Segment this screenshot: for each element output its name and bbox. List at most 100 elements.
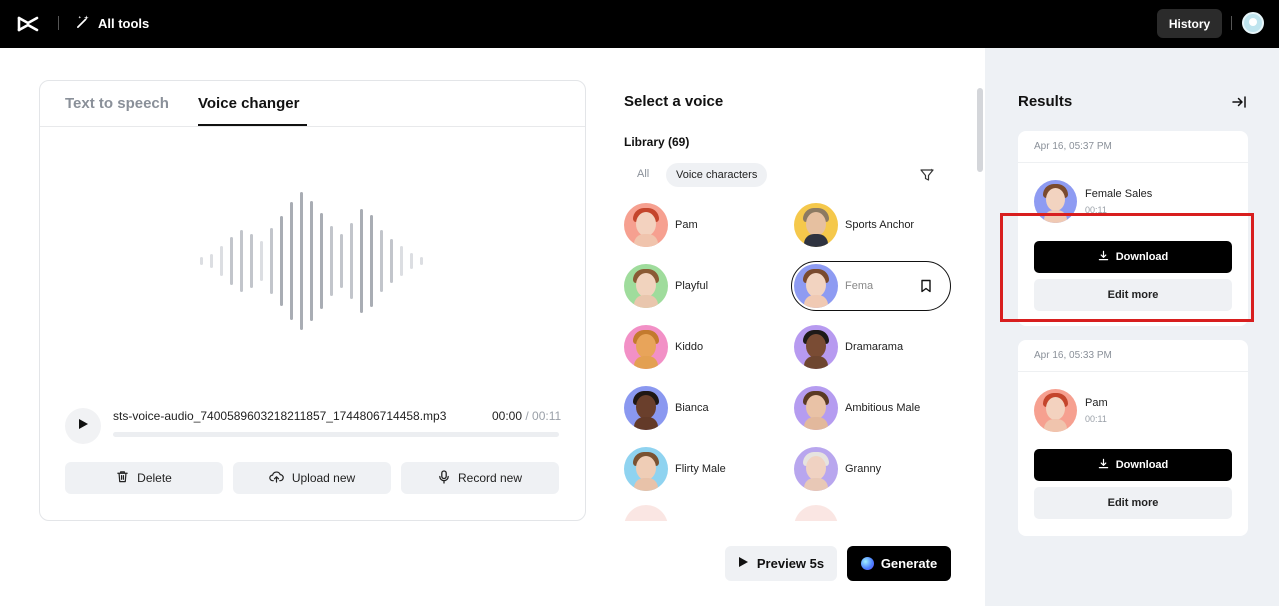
voice-item-partial <box>794 505 838 521</box>
play-button[interactable] <box>65 408 101 444</box>
voice-avatar <box>794 325 838 369</box>
voice-name: Granny <box>845 463 882 475</box>
waveform-bar <box>360 209 363 313</box>
voice-item-flirty-male[interactable]: Flirty Male <box>624 444 726 494</box>
download-label: Download <box>1115 459 1169 471</box>
waveform-bar <box>290 202 293 320</box>
bookmark-icon[interactable] <box>920 279 932 293</box>
waveform-bar <box>330 226 333 296</box>
collapse-panel-icon[interactable] <box>1231 94 1247 110</box>
waveform-bar <box>280 216 283 306</box>
download-button[interactable]: Download <box>1034 449 1232 481</box>
waveform-bar <box>240 230 243 292</box>
select-voice-title: Select a voice <box>624 93 724 110</box>
capcut-logo-icon[interactable] <box>16 12 40 36</box>
trash-icon <box>116 470 129 486</box>
waveform-bar <box>370 215 373 307</box>
voice-changer-card: Text to speech Voice changer sts-voice-a… <box>39 80 586 521</box>
audio-filename: sts-voice-audio_7400589603218211857_1744… <box>113 409 447 423</box>
all-tools-label: All tools <box>98 15 150 31</box>
voice-name: Pam <box>675 219 698 231</box>
play-icon <box>77 417 89 435</box>
voice-name: Bianca <box>675 402 709 414</box>
voice-item-dramarama[interactable]: Dramarama <box>794 322 903 372</box>
topbar-divider <box>1231 16 1232 30</box>
history-button[interactable]: History <box>1157 9 1222 38</box>
voice-item-ambitious-male[interactable]: Ambitious Male <box>794 383 920 433</box>
voice-item-kiddo[interactable]: Kiddo <box>624 322 703 372</box>
waveform-bar <box>310 201 313 321</box>
voice-avatar <box>624 203 668 247</box>
waveform-bar <box>300 192 303 330</box>
result-date: Apr 16, 05:37 PM <box>1034 141 1112 152</box>
result-voice-avatar <box>1034 389 1077 432</box>
voice-avatar <box>794 447 838 491</box>
result-duration: 00:11 <box>1085 414 1107 424</box>
voice-item-playful[interactable]: Playful <box>624 261 708 311</box>
waveform-bar <box>210 254 213 268</box>
library-label: Library (69) <box>624 135 690 149</box>
delete-label: Delete <box>137 471 172 485</box>
voice-name: Ambitious Male <box>845 402 921 414</box>
waveform-bar <box>420 257 423 265</box>
highlight-annotation <box>1000 213 1254 322</box>
result-voice-name: Pam <box>1085 397 1108 409</box>
voice-name: Dramarama <box>845 341 904 353</box>
time-separator: / <box>522 409 533 423</box>
audio-waveform <box>200 189 430 334</box>
voice-avatar <box>624 264 668 308</box>
record-new-label: Record new <box>457 471 523 485</box>
voice-item-female-sales-selected[interactable]: Fema <box>791 261 951 311</box>
waveform-bar <box>340 234 343 288</box>
voice-name: Kiddo <box>675 341 704 353</box>
active-tab-indicator <box>198 124 307 126</box>
upload-new-label: Upload new <box>291 471 356 485</box>
preview-button[interactable]: Preview 5s <box>725 546 837 581</box>
voice-item-granny[interactable]: Granny <box>794 444 881 494</box>
mode-tabs: Text to speech Voice changer <box>40 81 585 127</box>
audio-time: 00:00 / 00:11 <box>492 409 561 423</box>
user-avatar[interactable] <box>1242 12 1264 34</box>
edit-more-button[interactable]: Edit more <box>1034 487 1232 519</box>
voice-list-scrollbar[interactable] <box>977 88 983 172</box>
audio-progress-bar[interactable] <box>113 432 559 437</box>
top-bar: All tools History <box>0 0 1279 48</box>
waveform-bar <box>350 223 353 299</box>
waveform-bar <box>410 253 413 269</box>
tab-text-to-speech[interactable]: Text to speech <box>65 95 169 112</box>
waveform-bar <box>230 237 233 285</box>
voice-avatar <box>624 447 668 491</box>
waveform-bar <box>400 246 403 276</box>
results-title: Results <box>1018 93 1073 110</box>
current-time: 00:00 <box>492 409 523 423</box>
tab-voice-changer[interactable]: Voice changer <box>198 95 299 112</box>
filter-all[interactable]: All <box>637 168 649 180</box>
waveform-bar <box>200 257 203 265</box>
card-divider <box>1018 162 1248 163</box>
topbar-divider <box>58 16 59 30</box>
record-new-button[interactable]: Record new <box>401 462 559 494</box>
download-icon <box>1098 458 1109 472</box>
filter-icon[interactable] <box>919 167 935 183</box>
generate-button[interactable]: Generate <box>847 546 951 581</box>
upload-new-button[interactable]: Upload new <box>233 462 391 494</box>
generate-label: Generate <box>880 556 938 571</box>
waveform-bar <box>260 241 263 281</box>
result-card: Apr 16, 05:33 PM Pam 00:11 Download Edit… <box>1018 340 1248 536</box>
waveform-bar <box>220 246 223 276</box>
delete-button[interactable]: Delete <box>65 462 223 494</box>
voice-avatar <box>794 203 838 247</box>
voice-item-sports-anchor[interactable]: Sports Anchor <box>794 200 914 250</box>
filter-voice-characters[interactable]: Voice characters <box>666 163 768 187</box>
result-voice-name: Female Sales <box>1085 188 1153 200</box>
result-date: Apr 16, 05:33 PM <box>1034 350 1112 361</box>
microphone-icon <box>438 469 450 487</box>
voice-name: Flirty Male <box>675 463 726 475</box>
voice-item-bianca[interactable]: Bianca <box>624 383 709 433</box>
cloud-upload-icon <box>269 470 284 486</box>
waveform-bar <box>270 228 273 294</box>
voice-item-pam[interactable]: Pam <box>624 200 698 250</box>
play-icon <box>738 556 749 571</box>
all-tools-link[interactable]: All tools <box>76 14 149 32</box>
voice-avatar <box>624 386 668 430</box>
